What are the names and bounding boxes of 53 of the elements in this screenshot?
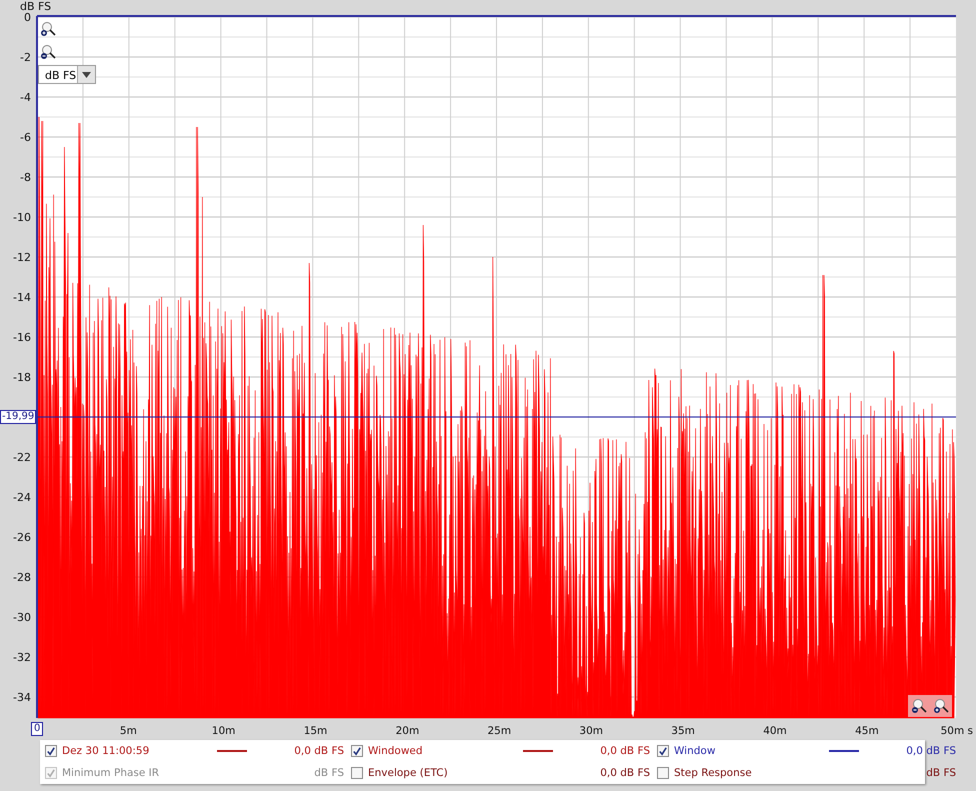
axis-label: 35m bbox=[671, 725, 695, 737]
series-value: 0,0 dB FS bbox=[599, 745, 650, 757]
axis-label: -6 bbox=[20, 131, 31, 144]
axis-label: 15m bbox=[304, 725, 328, 737]
axis-label: -10 bbox=[13, 211, 31, 224]
series-label: Window bbox=[674, 745, 716, 757]
unit-dropdown[interactable]: dB FS bbox=[38, 65, 96, 84]
series-label: Step Response bbox=[674, 767, 752, 779]
zoom-out-icon[interactable] bbox=[911, 698, 927, 714]
series-value: dB FS bbox=[925, 767, 956, 779]
axis-label: -22 bbox=[13, 451, 31, 464]
axis-label: -30 bbox=[13, 611, 31, 624]
checkbox[interactable] bbox=[657, 767, 669, 779]
axis-label: -26 bbox=[13, 531, 31, 544]
zoom-out-icon[interactable] bbox=[40, 44, 56, 60]
axis-label: -12 bbox=[13, 251, 31, 264]
axis-origin-label: 0 bbox=[31, 722, 44, 736]
axis-label: -2 bbox=[20, 51, 31, 64]
axis-label: -14 bbox=[13, 291, 31, 304]
axis-label: -4 bbox=[20, 91, 31, 104]
axis-label: 40m bbox=[763, 725, 787, 737]
series-value: 0,0 dB FS bbox=[599, 767, 650, 779]
axis-label: 20m bbox=[396, 725, 420, 737]
checkbox[interactable] bbox=[45, 745, 57, 757]
axis-label: 30m bbox=[579, 725, 603, 737]
series-value: 0,0 dB FS bbox=[905, 745, 956, 757]
axis-label: 10m bbox=[212, 725, 236, 737]
zoom-in-icon[interactable] bbox=[933, 698, 949, 714]
checkbox[interactable] bbox=[657, 745, 669, 757]
series-value: 0,0 dB FS bbox=[293, 745, 344, 757]
series-label: Dez 30 11:00:59 bbox=[62, 745, 150, 757]
axis-label: 50m s bbox=[940, 725, 973, 737]
series-label: Windowed bbox=[368, 745, 423, 757]
zoom-in-icon[interactable] bbox=[40, 21, 56, 37]
axis-label: 25m bbox=[488, 725, 512, 737]
axis-label: -28 bbox=[13, 571, 31, 584]
series-value: dB FS bbox=[313, 767, 344, 779]
checkbox[interactable] bbox=[351, 767, 363, 779]
axis-label: -34 bbox=[13, 691, 31, 704]
axis-label: -16 bbox=[13, 331, 31, 344]
axis-label: 45m bbox=[855, 725, 879, 737]
axis-label: 0 bbox=[24, 11, 31, 24]
marker-value: -19,99 bbox=[0, 410, 36, 424]
axis-label: -18 bbox=[13, 371, 31, 384]
dropdown-caret-icon[interactable] bbox=[77, 66, 95, 83]
axis-label: -24 bbox=[13, 491, 31, 504]
series-label: Minimum Phase IR bbox=[62, 767, 160, 779]
axis-label: 5m bbox=[120, 725, 137, 737]
checkbox[interactable] bbox=[351, 745, 363, 757]
axis-label: -8 bbox=[20, 171, 31, 184]
axis-unit: dB FS bbox=[20, 0, 52, 13]
axis-label: -32 bbox=[13, 651, 31, 664]
series-label: Envelope (ETC) bbox=[368, 767, 448, 779]
